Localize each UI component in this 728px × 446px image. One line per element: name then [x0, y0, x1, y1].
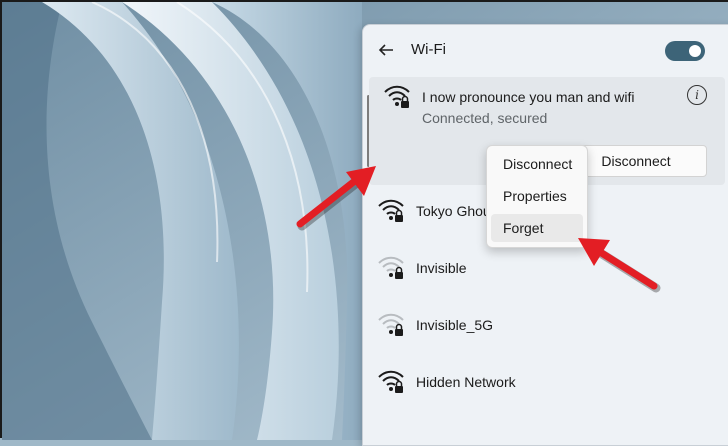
page-title: Wi-Fi	[411, 41, 446, 58]
menu-item-properties[interactable]: Properties	[491, 182, 583, 210]
connected-network-row[interactable]: I now pronounce you man and wifi Connect…	[369, 77, 725, 126]
menu-item-disconnect[interactable]: Disconnect	[491, 150, 583, 178]
wifi-weak-secured-icon	[378, 256, 404, 279]
connected-network-status: Connected, secured	[422, 110, 548, 126]
wifi-toggle[interactable]	[665, 41, 705, 61]
network-row-invisible-5g[interactable]: Invisible_5G	[363, 305, 728, 345]
annotation-arrow-scrollbar	[296, 166, 376, 231]
connected-network-name: I now pronounce you man and wifi	[422, 89, 635, 105]
network-row-invisible[interactable]: Invisible	[363, 248, 728, 288]
network-name: Hidden Network	[416, 374, 516, 390]
menu-item-forget[interactable]: Forget	[491, 214, 583, 242]
network-row-hidden-network[interactable]: Hidden Network	[363, 362, 728, 402]
network-name: Invisible	[416, 260, 467, 276]
wifi-weak-secured-icon	[378, 313, 404, 336]
wifi-secured-icon	[384, 85, 410, 108]
toggle-knob	[689, 45, 701, 57]
info-icon[interactable]: i	[687, 85, 707, 105]
network-name: Invisible_5G	[416, 317, 494, 333]
network-name: Tokyo Ghoul	[416, 203, 494, 219]
back-arrow-icon[interactable]	[375, 39, 397, 61]
wifi-panel-header: Wi-Fi	[363, 25, 728, 75]
wifi-secured-icon	[378, 370, 404, 393]
annotation-arrow-forget	[578, 238, 661, 293]
